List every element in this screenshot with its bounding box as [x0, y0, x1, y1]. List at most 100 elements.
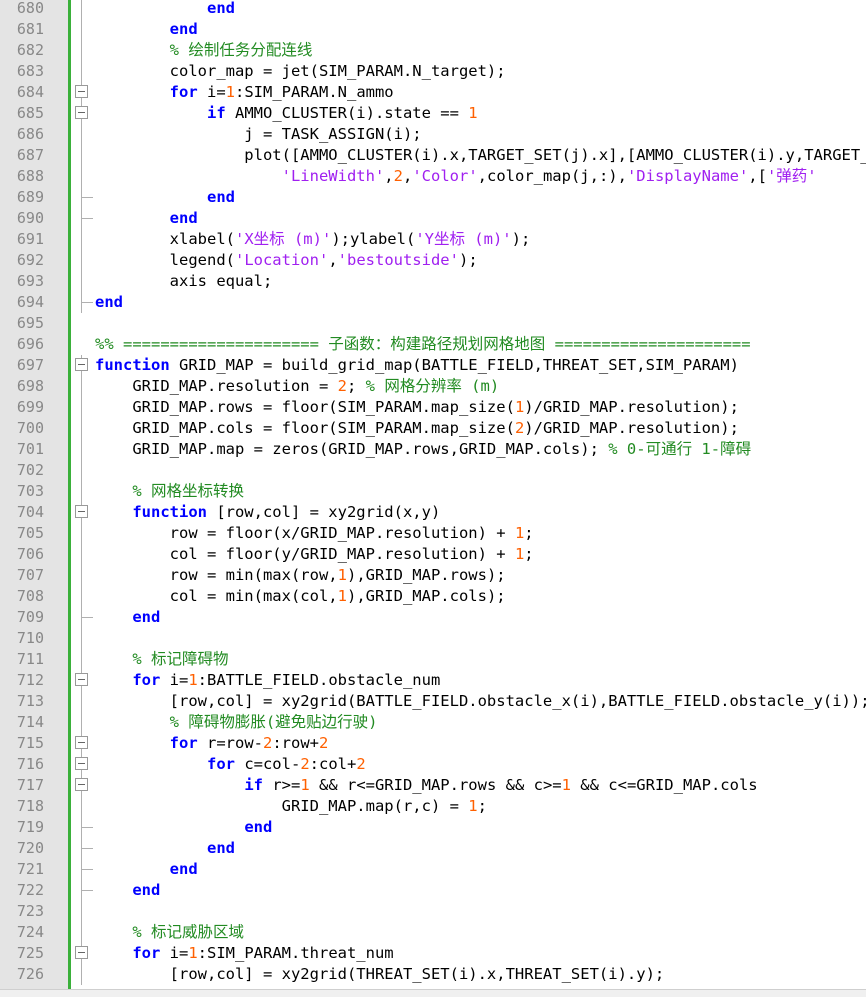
code-line[interactable]: 719 end — [0, 817, 866, 838]
code-line[interactable]: 714 % 障碍物膨胀(避免贴边行驶) — [0, 712, 866, 733]
code-text[interactable]: function GRID_MAP = build_grid_map(BATTL… — [95, 355, 739, 376]
collapse-icon[interactable] — [75, 778, 88, 791]
horizontal-scrollbar[interactable] — [0, 989, 866, 997]
collapse-icon[interactable] — [75, 106, 88, 119]
code-line[interactable]: 685 if AMMO_CLUSTER(i).state == 1 — [0, 103, 866, 124]
code-line[interactable]: 713 [row,col] = xy2grid(BATTLE_FIELD.obs… — [0, 691, 866, 712]
code-line[interactable]: 708 col = min(max(col,1),GRID_MAP.cols); — [0, 586, 866, 607]
code-text[interactable]: [row,col] = xy2grid(THREAT_SET(i).x,THRE… — [95, 964, 665, 985]
code-line[interactable]: 698 GRID_MAP.resolution = 2; % 网格分辨率 (m) — [0, 376, 866, 397]
collapse-icon[interactable] — [75, 505, 88, 518]
code-line[interactable]: 725 for i=1:SIM_PARAM.threat_num — [0, 943, 866, 964]
code-text[interactable]: for i=1:SIM_PARAM.threat_num — [95, 943, 393, 964]
code-line[interactable]: 681 end — [0, 19, 866, 40]
code-editor[interactable]: 680 end 681 end 682 % 绘制任务分配连线 683 color_ma… — [0, 0, 866, 989]
code-text[interactable]: col = floor(y/GRID_MAP.resolution) + 1; — [95, 544, 534, 565]
code-line[interactable]: 706 col = floor(y/GRID_MAP.resolution) +… — [0, 544, 866, 565]
collapse-icon[interactable] — [75, 736, 88, 749]
collapse-icon[interactable] — [75, 946, 88, 959]
code-text[interactable]: GRID_MAP.map = zeros(GRID_MAP.rows,GRID_… — [95, 439, 751, 460]
code-text[interactable]: % 绘制任务分配连线 — [95, 40, 313, 61]
collapse-icon[interactable] — [75, 673, 88, 686]
code-line[interactable]: 717 if r>=1 && r<=GRID_MAP.rows && c>=1 … — [0, 775, 866, 796]
code-text[interactable]: GRID_MAP.resolution = 2; % 网格分辨率 (m) — [95, 376, 499, 397]
collapse-icon[interactable] — [75, 358, 88, 371]
code-text[interactable]: end — [95, 292, 123, 313]
code-line[interactable]: 696 %% ===================== 子函数：构建路径规划网格… — [0, 334, 866, 355]
code-text[interactable]: if r>=1 && r<=GRID_MAP.rows && c>=1 && c… — [95, 775, 757, 796]
code-line[interactable]: 699 GRID_MAP.rows = floor(SIM_PARAM.map_… — [0, 397, 866, 418]
code-text[interactable]: end — [95, 817, 272, 838]
collapse-icon[interactable] — [75, 757, 88, 770]
code-text[interactable]: axis equal; — [95, 271, 273, 292]
code-text[interactable]: row = min(max(row,1),GRID_MAP.rows); — [95, 565, 506, 586]
code-text[interactable]: j = TASK_ASSIGN(i); — [95, 124, 421, 145]
code-line[interactable]: 686 j = TASK_ASSIGN(i); — [0, 124, 866, 145]
code-line[interactable]: 711 % 标记障碍物 — [0, 649, 866, 670]
code-line[interactable]: 690 end — [0, 208, 866, 229]
code-text[interactable]: function [row,col] = xy2grid(x,y) — [95, 502, 440, 523]
code-text[interactable]: for i=1:BATTLE_FIELD.obstacle_num — [95, 670, 440, 691]
code-text[interactable]: for i=1:SIM_PARAM.N_ammo — [95, 82, 394, 103]
code-line[interactable]: 700 GRID_MAP.cols = floor(SIM_PARAM.map_… — [0, 418, 866, 439]
code-text[interactable]: % 障碍物膨胀(避免贴边行驶) — [95, 712, 378, 733]
code-line[interactable]: 723 — [0, 901, 866, 922]
code-line[interactable]: 689 end — [0, 187, 866, 208]
code-line[interactable]: 707 row = min(max(row,1),GRID_MAP.rows); — [0, 565, 866, 586]
code-line[interactable]: 712 for i=1:BATTLE_FIELD.obstacle_num — [0, 670, 866, 691]
code-line[interactable]: 702 — [0, 460, 866, 481]
code-text[interactable]: col = min(max(col,1),GRID_MAP.cols); — [95, 586, 506, 607]
code-text[interactable]: end — [95, 208, 198, 229]
code-text[interactable]: end — [95, 859, 198, 880]
code-text[interactable]: % 标记障碍物 — [95, 649, 228, 670]
code-text[interactable]: row = floor(x/GRID_MAP.resolution) + 1; — [95, 523, 534, 544]
code-text[interactable]: for r=row-2:row+2 — [95, 733, 329, 754]
code-line[interactable]: 688 'LineWidth',2,'Color',color_map(j,:)… — [0, 166, 866, 187]
code-line[interactable]: 694 end — [0, 292, 866, 313]
code-text[interactable]: xlabel('X坐标 (m)');ylabel('Y坐标 (m)'); — [95, 229, 531, 250]
code-text[interactable]: for c=col-2:col+2 — [95, 754, 366, 775]
code-line[interactable]: 716 for c=col-2:col+2 — [0, 754, 866, 775]
code-text[interactable]: end — [95, 838, 235, 859]
code-line[interactable]: 703 % 网格坐标转换 — [0, 481, 866, 502]
code-text[interactable]: end — [95, 19, 198, 40]
code-text[interactable]: GRID_MAP.rows = floor(SIM_PARAM.map_size… — [95, 397, 739, 418]
code-line[interactable]: 709 end — [0, 607, 866, 628]
code-line[interactable]: 724 % 标记威胁区域 — [0, 922, 866, 943]
code-text[interactable]: end — [95, 187, 235, 208]
code-line[interactable]: 710 — [0, 628, 866, 649]
collapse-icon[interactable] — [75, 85, 88, 98]
code-text[interactable]: % 网格坐标转换 — [95, 481, 244, 502]
code-line[interactable]: 720 end — [0, 838, 866, 859]
code-line[interactable]: 692 legend('Location','bestoutside'); — [0, 250, 866, 271]
code-line[interactable]: 715 for r=row-2:row+2 — [0, 733, 866, 754]
code-text[interactable]: GRID_MAP.map(r,c) = 1; — [95, 796, 487, 817]
code-line[interactable]: 701 GRID_MAP.map = zeros(GRID_MAP.rows,G… — [0, 439, 866, 460]
code-text[interactable]: GRID_MAP.cols = floor(SIM_PARAM.map_size… — [95, 418, 739, 439]
code-text[interactable]: end — [95, 607, 160, 628]
code-line[interactable]: 718 GRID_MAP.map(r,c) = 1; — [0, 796, 866, 817]
code-line[interactable]: 704 function [row,col] = xy2grid(x,y) — [0, 502, 866, 523]
code-text[interactable]: end — [95, 0, 235, 19]
code-text[interactable]: [row,col] = xy2grid(BATTLE_FIELD.obstacl… — [95, 691, 866, 712]
code-line[interactable]: 680 end — [0, 0, 866, 19]
code-line[interactable]: 726 [row,col] = xy2grid(THREAT_SET(i).x,… — [0, 964, 866, 985]
code-line[interactable]: 684 for i=1:SIM_PARAM.N_ammo — [0, 82, 866, 103]
code-text[interactable]: legend('Location','bestoutside'); — [95, 250, 478, 271]
code-lines[interactable]: 680 end 681 end 682 % 绘制任务分配连线 683 color_ma… — [0, 0, 866, 985]
code-line[interactable]: 691 xlabel('X坐标 (m)');ylabel('Y坐标 (m)'); — [0, 229, 866, 250]
code-line[interactable]: 682 % 绘制任务分配连线 — [0, 40, 866, 61]
code-line[interactable]: 695 — [0, 313, 866, 334]
code-text[interactable]: % 标记威胁区域 — [95, 922, 244, 943]
code-text[interactable]: end — [95, 880, 160, 901]
code-text[interactable]: if AMMO_CLUSTER(i).state == 1 — [95, 103, 478, 124]
code-text[interactable]: color_map = jet(SIM_PARAM.N_target); — [95, 61, 506, 82]
code-line[interactable]: 721 end — [0, 859, 866, 880]
code-line[interactable]: 683 color_map = jet(SIM_PARAM.N_target); — [0, 61, 866, 82]
code-text[interactable]: plot([AMMO_CLUSTER(i).x,TARGET_SET(j).x]… — [95, 145, 866, 166]
code-line[interactable]: 705 row = floor(x/GRID_MAP.resolution) +… — [0, 523, 866, 544]
code-line[interactable]: 687 plot([AMMO_CLUSTER(i).x,TARGET_SET(j… — [0, 145, 866, 166]
code-line[interactable]: 697 function GRID_MAP = build_grid_map(BA… — [0, 355, 866, 376]
code-text[interactable]: %% ===================== 子函数：构建路径规划网格地图 … — [95, 334, 751, 355]
code-text[interactable]: 'LineWidth',2,'Color',color_map(j,:),'Di… — [95, 166, 817, 187]
